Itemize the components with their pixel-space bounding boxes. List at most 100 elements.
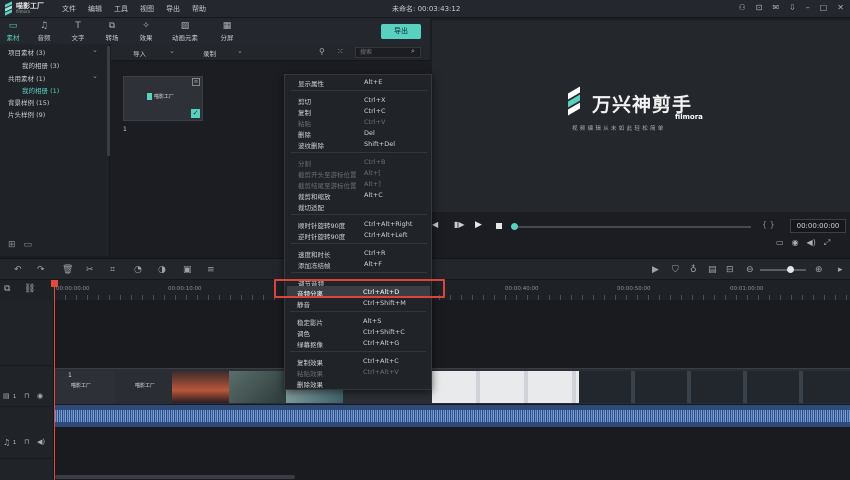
play-icon[interactable]: ▶ xyxy=(475,220,482,230)
microphone-icon[interactable]: ♁ xyxy=(690,265,697,275)
lock-icon[interactable]: ⊓ xyxy=(24,392,29,400)
menu-export[interactable]: 导出 xyxy=(166,4,180,14)
audio-waveform[interactable] xyxy=(55,405,850,427)
close-icon[interactable]: ✕ xyxy=(837,3,844,12)
camera-icon[interactable]: ◉ xyxy=(792,238,799,248)
new-folder-icon[interactable]: ⊞ xyxy=(8,240,16,250)
menu-item-crop-fit[interactable]: 裁切适配 xyxy=(298,202,324,212)
shield-icon[interactable]: ⛉ xyxy=(672,265,679,275)
zoom-slider[interactable] xyxy=(760,269,806,271)
checkmark-icon[interactable]: ✓ xyxy=(191,109,200,118)
mail-icon[interactable]: ✉ xyxy=(772,3,779,12)
mark-in-out-icon[interactable]: { } xyxy=(762,220,775,229)
eye-icon[interactable]: ◉ xyxy=(37,392,43,400)
sidebar-item-my-album[interactable]: 我的相册 (3) xyxy=(22,60,59,70)
menu-item-properties[interactable]: 显示属性 xyxy=(298,78,324,88)
menu-item-crop-zoom[interactable]: 裁剪和缩放 xyxy=(298,191,331,201)
menu-item-rotate-ccw[interactable]: 逆时针旋转90度 xyxy=(298,231,345,241)
link-icon[interactable]: ⛓ xyxy=(24,284,35,294)
export-button[interactable]: 导出 xyxy=(381,24,421,39)
crop-icon[interactable]: ⌗ xyxy=(110,265,115,275)
menu-view[interactable]: 视图 xyxy=(140,4,154,14)
delete-icon[interactable]: 🗑 xyxy=(62,265,73,275)
zoom-slider-handle[interactable] xyxy=(787,266,794,273)
folder-icon[interactable]: ▭ xyxy=(24,240,33,250)
sidebar-scrollbar[interactable] xyxy=(107,46,110,156)
menu-item-paste[interactable]: 粘贴 xyxy=(298,118,311,128)
chevron-down-icon[interactable]: ⌄ xyxy=(92,72,98,80)
add-track-icon[interactable]: ⧉ xyxy=(4,284,10,294)
tab-text[interactable]: T 文字 xyxy=(68,21,88,42)
filmora-logo-icon xyxy=(147,93,152,100)
menu-item-cut[interactable]: 剪切 xyxy=(298,96,311,106)
search-icon[interactable]: ⌕ xyxy=(411,47,415,56)
snapshot-icon[interactable]: ⊟ xyxy=(726,265,734,275)
fullscreen-icon[interactable]: ⤢ xyxy=(824,238,830,248)
media-action-bar: 导入 ⌄ 录制 ⌄ ⚲ ⁙ ⌕ xyxy=(111,44,430,61)
green-screen-icon[interactable]: ▣ xyxy=(183,265,192,275)
lock-icon[interactable]: ⊓ xyxy=(24,438,29,446)
color-icon[interactable]: ◑ xyxy=(158,265,166,275)
import-dropdown[interactable]: 导入 xyxy=(133,48,146,58)
tab-split-screen[interactable]: ▦ 分屏 xyxy=(217,21,237,42)
menu-file[interactable]: 文件 xyxy=(62,4,76,14)
speed-icon[interactable]: ◔ xyxy=(134,265,142,275)
more-icon[interactable]: ▸ xyxy=(838,265,843,275)
voiceover-icon[interactable]: ▤ xyxy=(708,265,717,275)
grid-view-icon[interactable]: ⁙ xyxy=(337,47,344,56)
timeline-scrollbar[interactable] xyxy=(55,475,295,479)
cut-icon[interactable]: ✂ xyxy=(86,265,94,275)
cart-icon[interactable]: ⊡ xyxy=(756,3,763,12)
audio-adjust-icon[interactable]: ≡ xyxy=(207,265,215,275)
sidebar-item-project-media[interactable]: 项目素材 (3) xyxy=(8,47,45,57)
zoom-out-icon[interactable]: ⊖ xyxy=(746,265,754,275)
video-clip[interactable]: 1 喵影工厂 喵影工厂 xyxy=(55,368,850,404)
download-icon[interactable]: ⇩ xyxy=(789,3,796,12)
prev-frame-icon[interactable]: ◀ xyxy=(432,220,438,229)
sidebar-item-background-samples[interactable]: 背景样例 (15) xyxy=(8,97,49,107)
sidebar-item-shared-media[interactable]: 共用素材 (1) xyxy=(8,73,45,83)
media-thumbnail[interactable]: 喵影工厂 ≡ ✓ xyxy=(123,76,203,121)
menu-edit[interactable]: 编辑 xyxy=(88,4,102,14)
zoom-in-icon[interactable]: ⊕ xyxy=(815,265,823,275)
menu-item-rotate-cw[interactable]: 顺时针旋转90度 xyxy=(298,220,345,230)
menu-tools[interactable]: 工具 xyxy=(114,4,128,14)
record-dropdown[interactable]: 录制 xyxy=(203,48,216,58)
undo-icon[interactable]: ↶ xyxy=(14,265,22,275)
volume-icon[interactable]: ◀) xyxy=(807,238,816,248)
clip-menu-icon[interactable]: ≡ xyxy=(192,78,200,86)
tab-audio[interactable]: ♫ 音频 xyxy=(34,21,54,42)
scrubber-handle[interactable] xyxy=(511,223,518,230)
menu-item-ripple-delete[interactable]: 波纹删除 xyxy=(298,140,324,150)
tab-effects[interactable]: ✧ 效果 xyxy=(136,21,156,42)
monitor-icon[interactable]: ▭ xyxy=(776,238,784,248)
sidebar-item-intro-samples[interactable]: 片头样例 (9) xyxy=(8,109,45,119)
account-icon[interactable]: ⚇ xyxy=(738,3,745,12)
preview-scrubber[interactable] xyxy=(511,226,751,228)
menu-item-delete[interactable]: 删除 xyxy=(298,129,311,139)
menu-item-freeze-frame[interactable]: 添加冻结帧 xyxy=(298,260,331,270)
sidebar-item-shared-album[interactable]: 我的相册 (1) xyxy=(22,85,59,95)
menu-item-speed-duration[interactable]: 速度和时长 xyxy=(298,249,331,259)
chevron-down-icon[interactable]: ⌄ xyxy=(92,46,98,54)
menu-item-trim-start[interactable]: 截剪开头至游标位置 xyxy=(298,169,357,179)
chevron-down-icon[interactable]: ⌄ xyxy=(237,47,243,55)
tab-transition[interactable]: ⧉ 转场 xyxy=(102,21,122,42)
menu-item-trim-end[interactable]: 截剪结尾至游标位置 xyxy=(298,180,357,190)
menu-help[interactable]: 帮助 xyxy=(192,4,206,14)
maximize-icon[interactable]: □ xyxy=(820,3,828,12)
filter-icon[interactable]: ⚲ xyxy=(319,47,325,56)
menu-item-copy[interactable]: 复制 xyxy=(298,107,311,117)
tab-elements[interactable]: ▨ 动画元素 xyxy=(169,21,201,42)
volume-icon[interactable]: ◀) xyxy=(37,438,45,446)
stop-icon[interactable] xyxy=(496,223,502,229)
redo-icon[interactable]: ↷ xyxy=(37,265,45,275)
render-icon[interactable]: ▶ xyxy=(652,265,659,275)
tab-media[interactable]: ▭ 素材 xyxy=(3,21,23,42)
chevron-down-icon[interactable]: ⌄ xyxy=(169,47,175,55)
playhead-handle[interactable] xyxy=(51,280,58,287)
menu-item-split[interactable]: 分割 xyxy=(298,158,311,168)
minimize-icon[interactable]: – xyxy=(806,3,810,12)
playhead[interactable] xyxy=(54,280,55,480)
step-back-icon[interactable]: ▮▶ xyxy=(454,220,465,229)
